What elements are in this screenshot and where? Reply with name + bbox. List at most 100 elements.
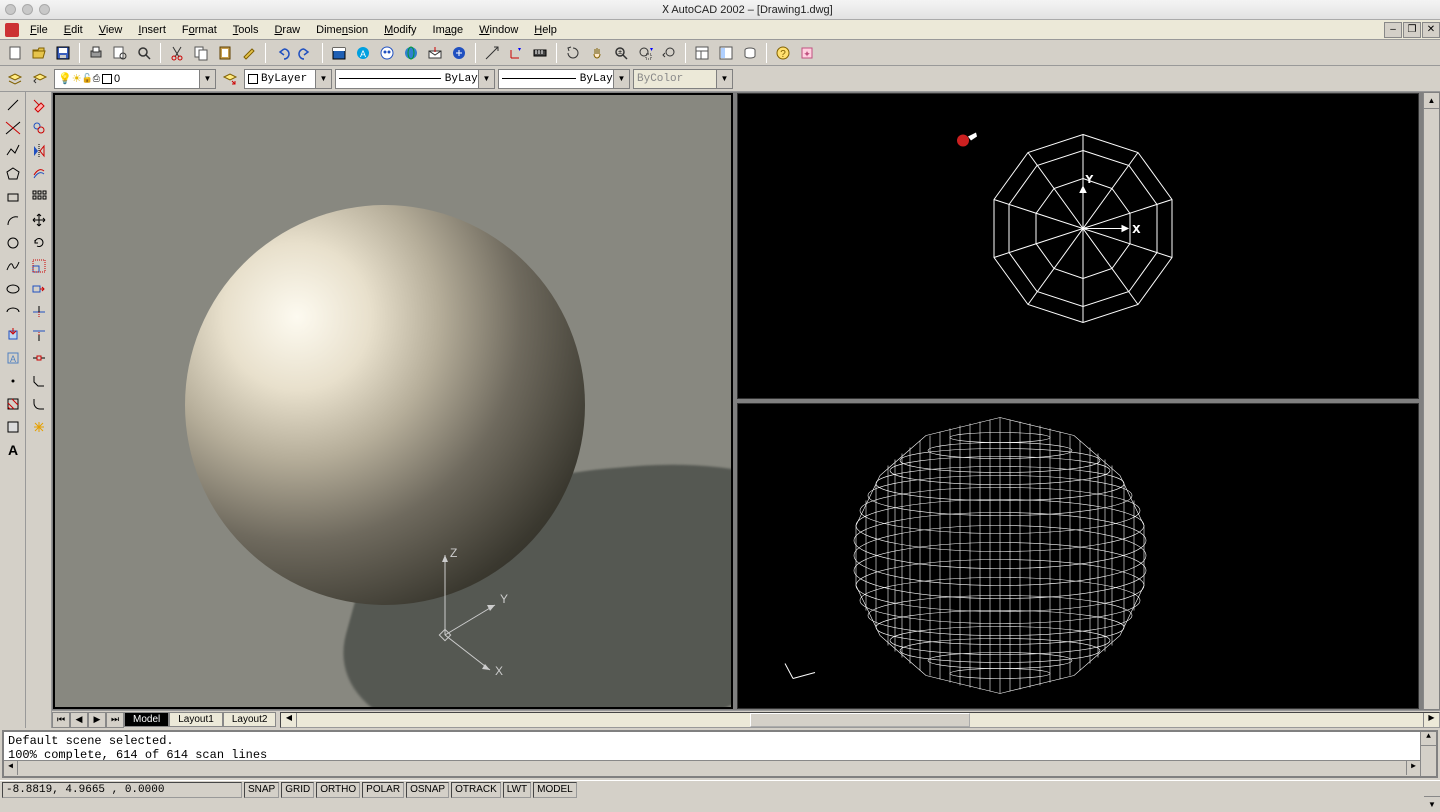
circle-button[interactable]	[2, 232, 24, 254]
scroll-right-button[interactable]: ▶	[1406, 761, 1420, 775]
close-dot[interactable]	[5, 4, 16, 15]
offset-button[interactable]	[28, 163, 50, 185]
point-button[interactable]	[2, 370, 24, 392]
fillet-button[interactable]	[28, 393, 50, 415]
etransmit-button[interactable]	[424, 42, 446, 64]
status-otrack[interactable]: OTRACK	[451, 782, 501, 798]
layer-manager-button[interactable]	[4, 68, 26, 90]
menu-help[interactable]: Help	[526, 24, 565, 36]
plotstyle-dropdown[interactable]: ByColor ▼	[633, 69, 733, 89]
hyperlink-button[interactable]	[448, 42, 470, 64]
tab-layout2[interactable]: Layout2	[223, 712, 277, 727]
menu-window[interactable]: Window	[471, 24, 526, 36]
mdi-restore-button[interactable]: ❐	[1403, 22, 1421, 38]
scroll-left-button[interactable]: ◀	[4, 761, 18, 775]
copy-button[interactable]	[190, 42, 212, 64]
stretch-button[interactable]	[28, 278, 50, 300]
meet-now-button[interactable]	[376, 42, 398, 64]
insert-block-button[interactable]	[2, 324, 24, 346]
mirror-button[interactable]	[28, 140, 50, 162]
publish-button[interactable]	[400, 42, 422, 64]
cmd-vscroll[interactable]: ▲	[1420, 732, 1436, 776]
scroll-right-button[interactable]: ▶	[1423, 713, 1439, 727]
menu-draw[interactable]: Draw	[266, 24, 308, 36]
dropdown-arrow-icon[interactable]: ▼	[199, 70, 215, 88]
erase-button[interactable]	[28, 94, 50, 116]
ellipse-arc-button[interactable]	[2, 301, 24, 323]
vertical-scrollbar[interactable]: ▲ ▼	[1423, 93, 1439, 709]
zoom-dot[interactable]	[39, 4, 50, 15]
copy-object-button[interactable]	[28, 117, 50, 139]
redo-button[interactable]	[295, 42, 317, 64]
ellipse-button[interactable]	[2, 278, 24, 300]
text-button[interactable]: A	[2, 439, 24, 461]
redraw-button[interactable]	[562, 42, 584, 64]
rotate-button[interactable]	[28, 232, 50, 254]
cut-button[interactable]	[166, 42, 188, 64]
dropdown-arrow-icon[interactable]: ▼	[613, 70, 629, 88]
array-button[interactable]	[28, 186, 50, 208]
properties-button[interactable]	[691, 42, 713, 64]
tab-model[interactable]: Model	[124, 712, 169, 727]
help-button[interactable]: ?	[772, 42, 794, 64]
dropdown-arrow-icon[interactable]: ▼	[315, 70, 331, 88]
minimize-dot[interactable]	[22, 4, 33, 15]
move-button[interactable]	[28, 209, 50, 231]
undo-button[interactable]	[271, 42, 293, 64]
scroll-up-button[interactable]: ▲	[1421, 732, 1436, 746]
break-button[interactable]	[28, 347, 50, 369]
paste-button[interactable]	[214, 42, 236, 64]
make-layer-current-button[interactable]	[219, 68, 241, 90]
region-button[interactable]	[2, 416, 24, 438]
mdi-close-button[interactable]: ✕	[1422, 22, 1440, 38]
lineweight-dropdown[interactable]: ByLayer ▼	[498, 69, 630, 89]
mdi-minimize-button[interactable]: –	[1384, 22, 1402, 38]
active-assistance-button[interactable]: ✦	[796, 42, 818, 64]
horizontal-scrollbar[interactable]: ◀ ▶	[280, 712, 1440, 728]
tab-prev-button[interactable]: ◀	[70, 712, 88, 728]
print-button[interactable]	[85, 42, 107, 64]
tab-first-button[interactable]: ⏮	[52, 712, 70, 728]
menu-modify[interactable]: Modify	[376, 24, 424, 36]
tab-last-button[interactable]: ⏭	[106, 712, 124, 728]
status-coords[interactable]: -8.8819, 4.9665 , 0.0000	[2, 782, 242, 798]
spline-button[interactable]	[2, 255, 24, 277]
make-block-button[interactable]: A	[2, 347, 24, 369]
tab-next-button[interactable]: ▶	[88, 712, 106, 728]
print-preview-button[interactable]	[109, 42, 131, 64]
status-ortho[interactable]: ORTHO	[316, 782, 360, 798]
construction-line-button[interactable]	[2, 117, 24, 139]
open-button[interactable]	[28, 42, 50, 64]
viewport-perspective-render[interactable]: Z Y X	[53, 93, 733, 709]
hatch-button[interactable]	[2, 393, 24, 415]
zoom-previous-button[interactable]	[658, 42, 680, 64]
layer-dropdown[interactable]: 💡 ☀ 🔓 ⎙ 0 ▼	[54, 69, 216, 89]
menu-insert[interactable]: Insert	[130, 24, 174, 36]
trim-button[interactable]	[28, 301, 50, 323]
polyline-button[interactable]	[2, 140, 24, 162]
status-osnap[interactable]: OSNAP	[406, 782, 449, 798]
menu-format[interactable]: Format	[174, 24, 225, 36]
status-snap[interactable]: SNAP	[244, 782, 279, 798]
tab-layout1[interactable]: Layout1	[169, 712, 223, 727]
scroll-down-button[interactable]: ▼	[1424, 796, 1440, 812]
line-button[interactable]	[2, 94, 24, 116]
rectangle-button[interactable]	[2, 186, 24, 208]
scroll-thumb[interactable]	[750, 713, 970, 727]
status-grid[interactable]: GRID	[281, 782, 314, 798]
scale-button[interactable]	[28, 255, 50, 277]
status-polar[interactable]: POLAR	[362, 782, 404, 798]
menu-dimension[interactable]: Dimension	[308, 24, 376, 36]
menu-tools[interactable]: Tools	[225, 24, 267, 36]
designcenter-button[interactable]	[715, 42, 737, 64]
command-window[interactable]: Default scene selected. 100% complete, 6…	[2, 730, 1438, 778]
linetype-dropdown[interactable]: ByLayer ▼	[335, 69, 495, 89]
autodesk-pointA-button[interactable]: A	[352, 42, 374, 64]
zoom-realtime-button[interactable]: ±	[610, 42, 632, 64]
status-model[interactable]: MODEL	[533, 782, 577, 798]
polygon-button[interactable]	[2, 163, 24, 185]
distance-button[interactable]	[529, 42, 551, 64]
layer-previous-button[interactable]	[29, 68, 51, 90]
menu-image[interactable]: Image	[425, 24, 472, 36]
dropdown-arrow-icon[interactable]: ▼	[478, 70, 494, 88]
